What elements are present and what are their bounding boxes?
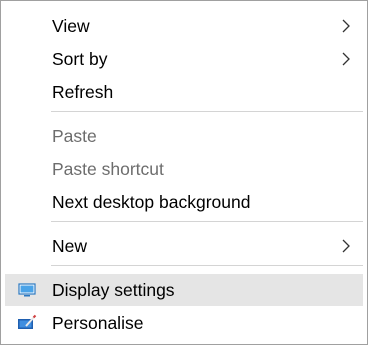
menu-item-next-desktop-background[interactable]: Next desktop background [5,186,363,218]
menu-item-refresh[interactable]: Refresh [5,76,363,108]
menu-item-label: Display settings [52,279,175,300]
chevron-right-icon [342,19,350,33]
menu-item-label: View [52,15,90,36]
menu-item-label: Paste shortcut [52,158,164,179]
menu-item-paste: Paste [5,120,363,152]
menu-item-label: Paste [52,125,97,146]
menu-item-label: New [52,235,88,256]
menu-separator [51,111,363,112]
menu-item-label: Personalise [52,312,144,333]
chevron-right-icon [342,52,350,66]
menu-item-label: Refresh [52,81,114,102]
menu-item-sort-by[interactable]: Sort by [5,43,363,75]
menu-separator [51,265,363,266]
menu-item-label: Next desktop background [52,191,251,212]
personalise-icon [18,314,37,329]
menu-item-view[interactable]: View [5,10,363,42]
menu-item-label: Sort by [52,48,108,69]
menu-body: View Sort by Refresh Paste Paste shortcu… [1,1,367,344]
menu-item-display-settings[interactable]: Display settings [5,274,363,306]
desktop-context-menu: View Sort by Refresh Paste Paste shortcu… [0,0,368,345]
menu-item-new[interactable]: New [5,230,363,262]
display-icon [18,283,36,297]
menu-item-paste-shortcut: Paste shortcut [5,153,363,185]
chevron-right-icon [342,239,350,253]
menu-item-personalise[interactable]: Personalise [5,307,363,339]
menu-separator [51,221,363,222]
